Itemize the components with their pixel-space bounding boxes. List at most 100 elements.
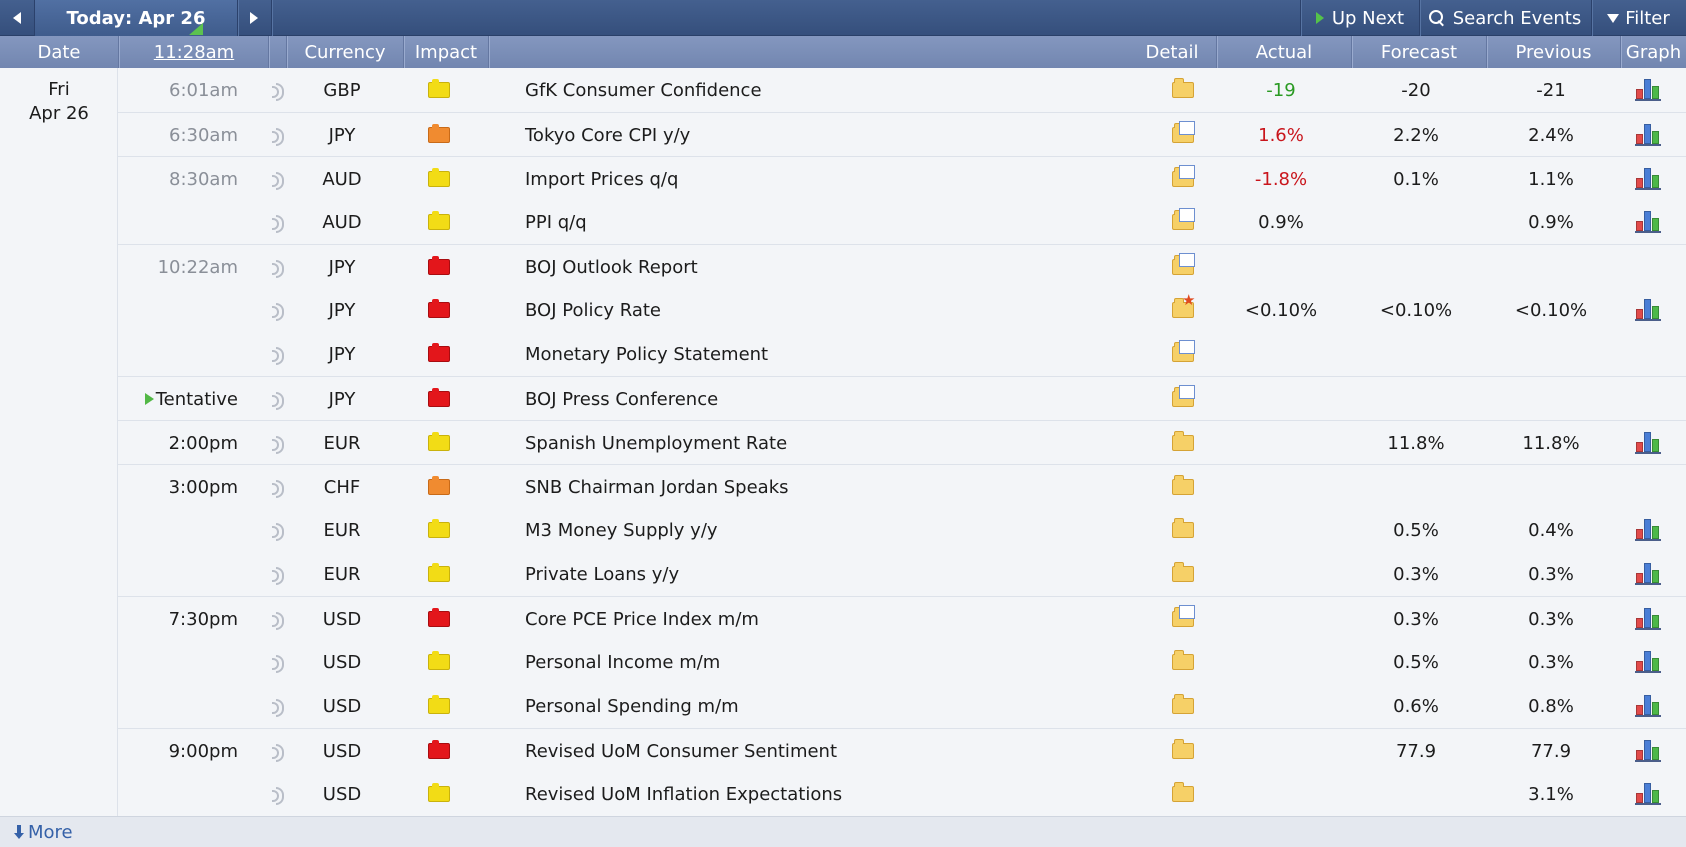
alert-toggle[interactable] [270,157,286,201]
alert-toggle[interactable] [270,377,286,421]
event-row[interactable]: JPY BOJ Policy Rate <0.10% <0.10% <0.10% [118,288,1686,332]
alert-toggle[interactable] [270,113,286,157]
event-name[interactable]: Personal Spending m/m [525,684,1155,728]
event-name[interactable]: BOJ Outlook Report [525,245,1155,289]
detail-button[interactable] [1148,640,1218,684]
detail-button[interactable] [1148,772,1218,816]
event-row[interactable]: 9:00pm USD Revised UoM Consumer Sentiment 7… [118,728,1686,772]
event-row[interactable]: 3:00pm CHF SNB Chairman Jordan Speaks [118,464,1686,508]
event-row[interactable]: Tentative JPY BOJ Press Conference [118,376,1686,420]
alert-toggle[interactable] [270,772,286,816]
forecast-value: 2.2% [1393,124,1439,146]
currency-cell: EUR [323,563,361,585]
impact-yellow-icon [428,432,450,451]
event-name[interactable]: M3 Money Supply y/y [525,508,1155,552]
header-time-link[interactable]: 11:28am [119,36,269,68]
up-next-button[interactable]: Up Next [1301,0,1419,36]
detail-button[interactable] [1148,684,1218,728]
detail-button[interactable] [1148,245,1218,289]
graph-button[interactable] [1624,113,1672,157]
graph-button[interactable] [1624,552,1672,596]
detail-button[interactable] [1148,157,1218,201]
detail-button[interactable] [1148,113,1218,157]
detail-button[interactable] [1148,729,1218,773]
detail-button[interactable] [1148,465,1218,509]
sound-icon [272,128,284,146]
alert-toggle[interactable] [270,288,286,332]
alert-toggle[interactable] [270,729,286,773]
graph-button[interactable] [1624,157,1672,201]
next-day-button[interactable] [237,0,271,36]
detail-button[interactable] [1148,200,1218,244]
graph-button[interactable] [1624,508,1672,552]
event-name[interactable]: Core PCE Price Index m/m [525,597,1155,641]
graph-button[interactable] [1624,421,1672,465]
event-row[interactable]: 6:30am JPY Tokyo Core CPI y/y 1.6% 2.2% 2.4% [118,112,1686,156]
detail-button[interactable] [1148,421,1218,465]
more-link[interactable]: More [14,822,73,843]
event-row[interactable]: AUD PPI q/q 0.9% 0.9% [118,200,1686,244]
bar-chart-icon [1635,432,1661,454]
event-row[interactable]: JPY Monetary Policy Statement [118,332,1686,376]
detail-button[interactable] [1148,68,1218,112]
alert-toggle[interactable] [270,552,286,596]
graph-button[interactable] [1624,729,1672,773]
event-row[interactable]: EUR M3 Money Supply y/y 0.5% 0.4% [118,508,1686,552]
graph-button[interactable] [1624,684,1672,728]
alert-toggle[interactable] [270,421,286,465]
graph-button[interactable] [1624,597,1672,641]
alert-toggle[interactable] [270,508,286,552]
currency-cell: USD [322,695,362,717]
detail-button[interactable] [1148,288,1218,332]
event-name[interactable]: BOJ Policy Rate [525,288,1155,332]
alert-toggle[interactable] [270,640,286,684]
event-name[interactable]: PPI q/q [525,200,1155,244]
alert-toggle[interactable] [270,465,286,509]
search-events-button[interactable]: Search Events [1419,0,1591,36]
alert-toggle[interactable] [270,200,286,244]
event-name[interactable]: Tokyo Core CPI y/y [525,113,1155,157]
day-name: Fri [48,79,70,100]
graph-button[interactable] [1624,640,1672,684]
filter-button[interactable]: Filter [1591,0,1686,36]
detail-button[interactable] [1148,377,1218,421]
graph-button[interactable] [1624,288,1672,332]
event-row[interactable]: 7:30pm USD Core PCE Price Index m/m 0.3% 0.3… [118,596,1686,640]
today-button[interactable]: Today: Apr 26 [35,0,237,36]
event-row[interactable]: 10:22am JPY BOJ Outlook Report [118,244,1686,288]
detail-button[interactable] [1148,508,1218,552]
event-name[interactable]: Revised UoM Consumer Sentiment [525,729,1155,773]
detail-button[interactable] [1148,552,1218,596]
calendar-footer: More [0,816,1686,847]
event-row[interactable]: USD Personal Income m/m 0.5% 0.3% [118,640,1686,684]
event-row[interactable]: 6:01am GBP GfK Consumer Confidence -19 -20 -2… [118,68,1686,112]
alert-toggle[interactable] [270,597,286,641]
alert-toggle[interactable] [270,332,286,376]
folder-icon [1172,475,1194,495]
event-row[interactable]: USD Revised UoM Inflation Expectations 3.1… [118,772,1686,816]
previous-day-button[interactable] [0,0,34,36]
graph-button[interactable] [1624,68,1672,112]
event-name[interactable]: Personal Income m/m [525,640,1155,684]
alert-toggle[interactable] [270,68,286,112]
event-name[interactable]: GfK Consumer Confidence [525,68,1155,112]
graph-button[interactable] [1624,200,1672,244]
event-row[interactable]: 2:00pm EUR Spanish Unemployment Rate 11.8% 1… [118,420,1686,464]
alert-toggle[interactable] [270,245,286,289]
event-name[interactable]: Import Prices q/q [525,157,1155,201]
event-name[interactable]: SNB Chairman Jordan Speaks [525,465,1155,509]
actual-value [1218,245,1344,289]
detail-button[interactable] [1148,332,1218,376]
event-row[interactable]: 8:30am AUD Import Prices q/q -1.8% 0.1% 1.1% [118,156,1686,200]
event-name[interactable]: BOJ Press Conference [525,377,1155,421]
event-name[interactable]: Spanish Unemployment Rate [525,421,1155,465]
graph-button [1624,465,1672,509]
event-row[interactable]: USD Personal Spending m/m 0.6% 0.8% [118,684,1686,728]
graph-button[interactable] [1624,772,1672,816]
event-row[interactable]: EUR Private Loans y/y 0.3% 0.3% [118,552,1686,596]
event-name[interactable]: Private Loans y/y [525,552,1155,596]
detail-button[interactable] [1148,597,1218,641]
alert-toggle[interactable] [270,684,286,728]
event-name[interactable]: Revised UoM Inflation Expectations [525,772,1155,816]
event-name[interactable]: Monetary Policy Statement [525,332,1155,376]
